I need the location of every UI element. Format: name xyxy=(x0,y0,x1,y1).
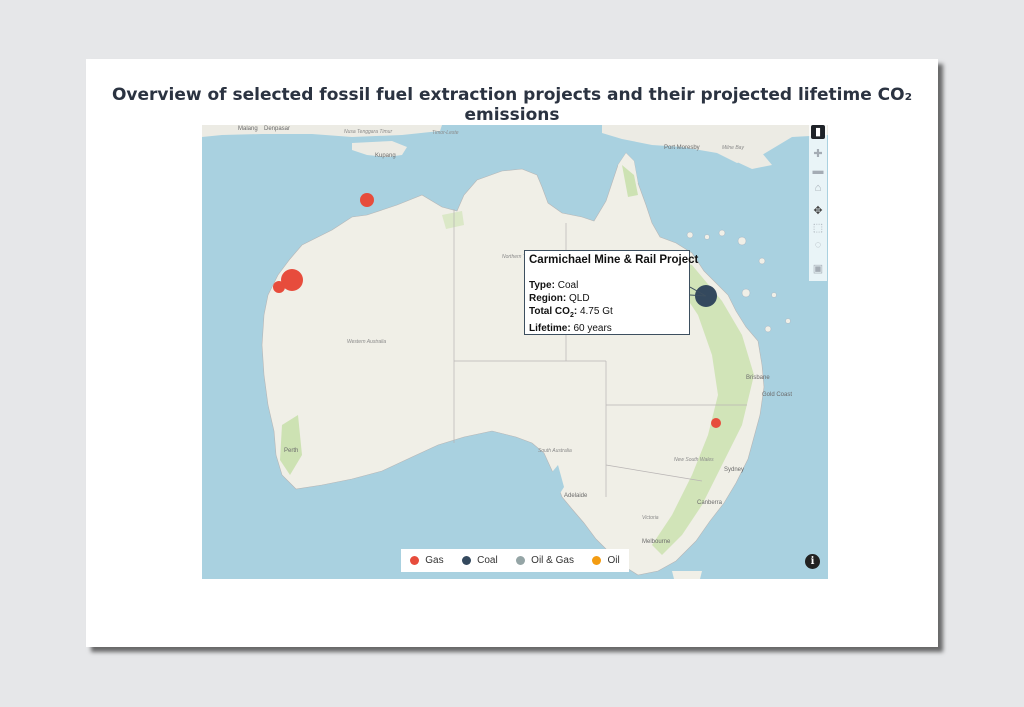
map-canvas[interactable]: Malang Denpasar Nusa Tenggara Timur Timor-L… xyxy=(202,125,828,579)
place-label: Melbourne xyxy=(642,539,671,545)
legend-marker-icon xyxy=(592,556,602,565)
place-label: Milne Bay xyxy=(722,145,744,151)
tooltip-total-row: Total CO2: 4.75 Gt xyxy=(529,305,685,322)
place-label: Canberra xyxy=(697,500,723,506)
tooltip-lifetime-label: Lifetime: xyxy=(529,323,571,334)
legend-marker-icon xyxy=(410,556,420,565)
zoom-in-icon[interactable]: ✚ xyxy=(811,147,825,161)
place-label: Timor-Leste xyxy=(432,130,459,136)
page-title: Overview of selected fossil fuel extract… xyxy=(111,85,913,125)
camera-icon[interactable]: ▣ xyxy=(811,262,825,276)
place-label: Port Moresby xyxy=(664,145,700,151)
legend-label: Oil & Gas xyxy=(531,555,574,566)
legend-marker-icon xyxy=(516,556,526,565)
legend-item[interactable]: Oil xyxy=(592,555,620,566)
tooltip-title: Carmichael Mine & Rail Project xyxy=(529,254,699,266)
legend-item[interactable]: Gas xyxy=(410,555,444,566)
place-label: Western Australia xyxy=(347,339,386,345)
zoom-out-icon[interactable]: ▬ xyxy=(811,164,825,178)
legend: Gas Coal Oil & Gas Oil xyxy=(401,549,629,572)
place-label: Perth xyxy=(284,448,298,454)
place-label: Malang xyxy=(238,126,258,132)
tooltip-region-label: Region: xyxy=(529,293,567,304)
home-icon[interactable]: ⌂ xyxy=(811,181,825,195)
tooltip-region-row: Region: QLD xyxy=(529,292,685,305)
place-label: South Australia xyxy=(538,448,572,454)
place-label: Adelaide xyxy=(564,493,588,499)
legend-item[interactable]: Oil & Gas xyxy=(516,555,574,566)
tooltip-lifetime-row: Lifetime: 60 years xyxy=(529,322,685,335)
map-basemap: Malang Denpasar Nusa Tenggara Timur Timor-L… xyxy=(202,125,828,579)
project-tooltip: Carmichael Mine & Rail Project Type: Coa… xyxy=(524,250,699,335)
tooltip-total-value: 4.75 Gt xyxy=(579,306,613,317)
legend-item[interactable]: Coal xyxy=(462,555,498,566)
box-select-icon[interactable]: ⬚ xyxy=(811,221,825,235)
place-label: Sydney xyxy=(724,467,744,473)
project-marker-gas[interactable] xyxy=(273,281,285,293)
place-label: Denpasar xyxy=(264,126,290,132)
tooltip-type-row: Type: Coal xyxy=(529,279,685,292)
modebar: ▮ ✚ ▬ ⌂ ✥ ⬚ ◌ ▣ xyxy=(809,125,827,281)
legend-marker-icon xyxy=(462,556,472,565)
tooltip-type-value: Coal xyxy=(557,280,579,291)
place-label: Victoria xyxy=(642,515,659,521)
lasso-icon[interactable]: ◌ xyxy=(811,238,825,252)
tooltip-pointer xyxy=(690,286,707,297)
plotly-logo-icon[interactable]: ▮ xyxy=(811,125,825,139)
place-label: New South Wales xyxy=(674,457,714,463)
place-label: Brisbane xyxy=(746,375,770,381)
info-icon[interactable]: i xyxy=(805,554,820,569)
place-label: Gold Coast xyxy=(762,392,792,398)
legend-label: Coal xyxy=(477,555,498,566)
tooltip-total-label: Total CO2: xyxy=(529,306,578,319)
place-label: Kupang xyxy=(375,153,396,159)
figure-card: Overview of selected fossil fuel extract… xyxy=(86,59,938,647)
tooltip-region-value: QLD xyxy=(569,293,590,304)
tooltip-lifetime-value: 60 years xyxy=(573,323,612,334)
project-marker-gas[interactable] xyxy=(711,418,721,428)
legend-label: Oil xyxy=(607,555,620,566)
pan-icon[interactable]: ✥ xyxy=(811,204,825,218)
place-label: Nusa Tenggara Timur xyxy=(344,129,392,135)
legend-label: Gas xyxy=(425,555,444,566)
project-marker-gas[interactable] xyxy=(360,193,374,207)
tooltip-type-label: Type: xyxy=(529,280,555,291)
